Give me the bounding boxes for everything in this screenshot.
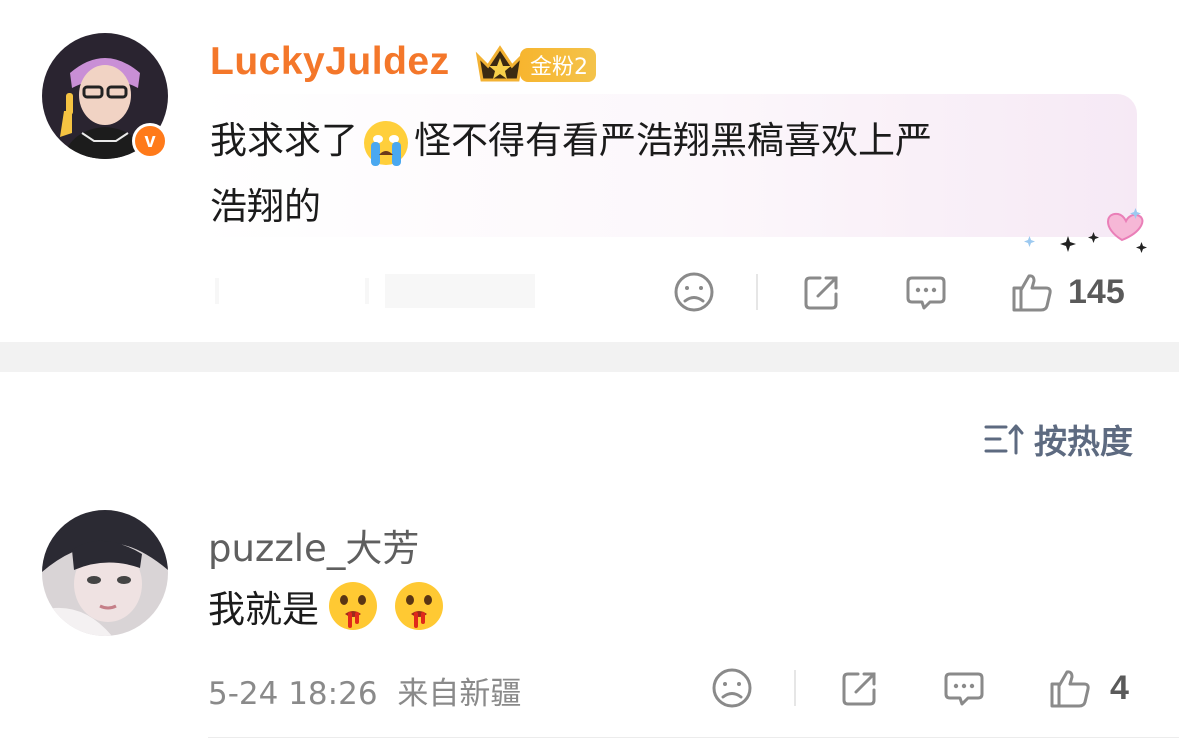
comment-content: 我就是 xyxy=(208,578,447,634)
like-icon[interactable] xyxy=(1010,270,1054,314)
comment-text: 我就是 xyxy=(208,588,319,631)
share-icon[interactable] xyxy=(800,270,844,314)
like-count: 145 xyxy=(1068,272,1125,311)
crown-icon xyxy=(475,45,525,82)
sort-icon xyxy=(984,424,1024,455)
comment-action-bar: 4 xyxy=(710,666,1129,710)
faded-text-artifact xyxy=(215,270,565,310)
post-content-line1-rest: 怪不得有看严浩翔黑稿喜欢上严 xyxy=(414,119,932,162)
commenter-username[interactable]: puzzle_大芳 xyxy=(208,518,419,572)
comment-meta: 5-24 18:26 来自新疆 xyxy=(208,668,521,713)
sort-label: 按热度 xyxy=(1034,422,1133,461)
commenter-avatar[interactable] xyxy=(42,510,168,636)
sad-face-icon[interactable] xyxy=(672,270,716,314)
sort-toggle[interactable]: 按热度 xyxy=(984,415,1133,463)
post-username[interactable]: LuckyJuldez xyxy=(210,40,450,84)
nosebleed-emoji-icon xyxy=(395,582,443,630)
crying-emoji-icon xyxy=(364,120,408,166)
weibo-post: v LuckyJuldez 金粉2 我求求了 怪不得有看严浩翔黑稿喜欢上严 浩翔… xyxy=(0,0,1179,342)
post-content-line2: 浩翔的 xyxy=(210,185,321,228)
sad-face-icon[interactable] xyxy=(710,666,754,710)
action-separator xyxy=(794,670,796,706)
share-icon[interactable] xyxy=(838,666,882,710)
post-action-bar: 145 xyxy=(672,270,1125,314)
post-content-line1-start: 我求求了 xyxy=(210,119,358,162)
comment-icon[interactable] xyxy=(942,666,986,710)
heart-sparkle-icon xyxy=(1024,208,1147,253)
verified-v-icon: v xyxy=(132,123,168,159)
section-divider xyxy=(0,342,1179,372)
post-content: 我求求了 怪不得有看严浩翔黑稿喜欢上严 浩翔的 xyxy=(210,108,1110,240)
nosebleed-emoji-icon xyxy=(329,582,377,630)
post-author-avatar[interactable]: v xyxy=(42,33,168,159)
action-separator xyxy=(756,274,758,310)
fan-level-badge: 金粉2 xyxy=(520,48,596,82)
comment-icon[interactable] xyxy=(904,270,948,314)
comment-time: 5-24 18:26 xyxy=(208,676,378,712)
like-icon[interactable] xyxy=(1048,666,1092,710)
like-count: 4 xyxy=(1110,668,1129,707)
comment-location: 来自新疆 xyxy=(397,676,522,712)
